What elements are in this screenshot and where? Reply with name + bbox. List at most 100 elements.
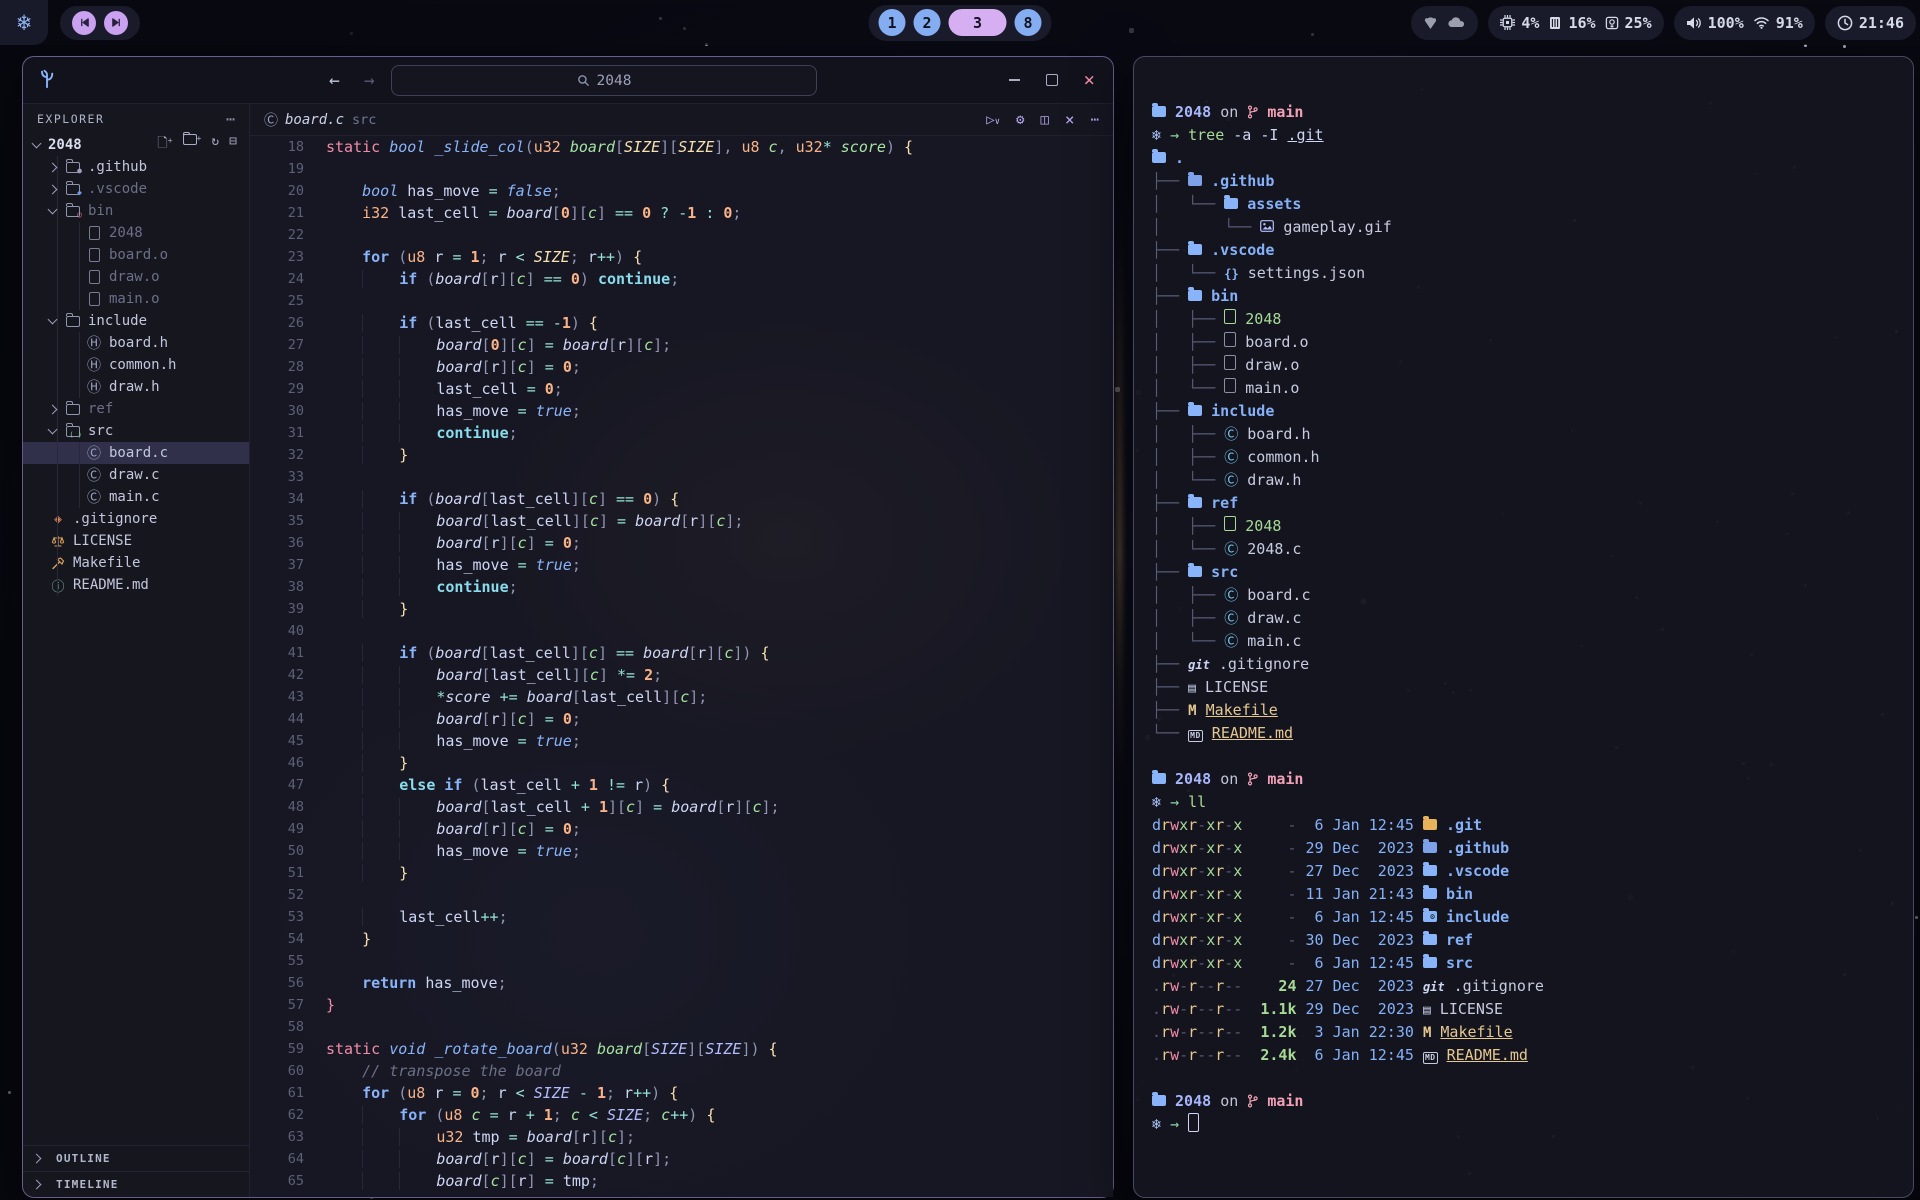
code-line-48[interactable]: 48 board[last_cell + 1][c] = board[r][c]… [250,796,1113,818]
code-line-35[interactable]: 35 board[last_cell][c] = board[r][c]; [250,510,1113,532]
code-line-51[interactable]: 51 } [250,862,1113,884]
active-tab-filename[interactable]: board.c [285,112,344,128]
code-line-36[interactable]: 36 board[r][c] = 0; [250,532,1113,554]
sidebar-item-makefile[interactable]: Makefile [23,552,249,574]
nav-forward-button[interactable]: → [364,70,375,91]
sidebar-item-readme-md[interactable]: ⓘREADME.md [23,574,249,596]
command-search-box[interactable]: 2048 [391,65,817,96]
system-stats[interactable]: 4% 16% 25% [1488,6,1663,40]
code-line-42[interactable]: 42 board[last_cell][c] *= 2; [250,664,1113,686]
sidebar-item--github[interactable]: ●.github [23,156,249,178]
code-line-40[interactable]: 40 [250,620,1113,642]
sidebar-item-2048[interactable]: 2048🗋++↻⊟ [23,134,249,156]
workspace-8[interactable]: 8 [1015,9,1042,36]
sidebar-item--vscode[interactable]: ◆.vscode [23,178,249,200]
code-line-57[interactable]: 57} [250,994,1113,1016]
code-line-39[interactable]: 39 } [250,598,1113,620]
sidebar-item-draw-o[interactable]: draw.o [23,266,249,288]
breadcrumb[interactable]: src [352,112,376,128]
code-line-34[interactable]: 34 if (board[last_cell][c] == 0) { [250,488,1113,510]
code-line-59[interactable]: 59static void _rotate_board(u32 board[SI… [250,1038,1113,1060]
sidebar-item-license[interactable]: LICENSE [23,530,249,552]
split-editor-button[interactable]: ◫ [1040,112,1048,128]
command-line[interactable]: ❄ → [1152,1113,1899,1136]
code-line-29[interactable]: 29 last_cell = 0; [250,378,1113,400]
code-line-37[interactable]: 37 has_move = true; [250,554,1113,576]
timeline-panel[interactable]: TIMELINE [23,1171,249,1197]
sidebar-item-board-c[interactable]: Ⓒboard.c [23,442,249,464]
code-line-44[interactable]: 44 board[r][c] = 0; [250,708,1113,730]
sidebar-item-2048[interactable]: 2048 [23,222,249,244]
sidebar-item--gitignore[interactable]: ◈.gitignore [23,508,249,530]
refresh-icon[interactable]: ↻ [211,134,219,156]
nix-snowflake-icon[interactable]: ❄ [0,0,48,45]
sidebar-item-main-c[interactable]: Ⓒmain.c [23,486,249,508]
collapse-all-icon[interactable]: ⊟ [229,134,237,156]
explorer-more-icon[interactable]: ⋯ [226,110,235,128]
nav-back-button[interactable]: ← [329,70,340,91]
clock-widget[interactable]: 21:46 [1825,6,1916,40]
code-line-19[interactable]: 19 [250,158,1113,180]
code-line-50[interactable]: 50 has_move = true; [250,840,1113,862]
code-line-56[interactable]: 56 return has_move; [250,972,1113,994]
sidebar-item-include[interactable]: include [23,310,249,332]
code-line-52[interactable]: 52 [250,884,1113,906]
code-line-23[interactable]: 23 for (u8 r = 1; r < SIZE; r++) { [250,246,1113,268]
sidebar-item-common-h[interactable]: Ⓗcommon.h [23,354,249,376]
code-line-63[interactable]: 63 u32 tmp = board[r][c]; [250,1126,1113,1148]
code-line-41[interactable]: 41 if (board[last_cell][c] == board[r][c… [250,642,1113,664]
audio-network[interactable]: 100% 91% [1674,6,1815,40]
code-line-60[interactable]: 60 // transpose the board [250,1060,1113,1082]
code-line-65[interactable]: 65 board[c][r] = tmp; [250,1170,1113,1192]
code-line-62[interactable]: 62 for (u8 c = r + 1; c < SIZE; c++) { [250,1104,1113,1126]
sidebar-item-draw-c[interactable]: Ⓒdraw.c [23,464,249,486]
outline-panel[interactable]: OUTLINE [23,1145,249,1171]
workspace-1[interactable]: 1 [879,9,906,36]
new-folder-icon[interactable]: + [183,134,202,156]
code-line-47[interactable]: 47 else if (last_cell + 1 != r) { [250,774,1113,796]
code-line-22[interactable]: 22 [250,224,1113,246]
code-line-18[interactable]: 18static bool _slide_col(u32 board[SIZE]… [250,136,1113,158]
code-line-32[interactable]: 32 } [250,444,1113,466]
minimize-button[interactable] [1009,79,1020,81]
code-line-61[interactable]: 61 for (u8 r = 0; r < SIZE - 1; r++) { [250,1082,1113,1104]
code-line-38[interactable]: 38 continue; [250,576,1113,598]
maximize-button[interactable] [1046,74,1058,86]
terminal-window[interactable]: 2048 on main❄ → tree -a -I .git .├── .gi… [1133,56,1914,1198]
close-button[interactable]: × [1084,71,1095,90]
code-line-31[interactable]: 31 continue; [250,422,1113,444]
code-line-27[interactable]: 27 board[0][c] = board[r][c]; [250,334,1113,356]
code-line-46[interactable]: 46 } [250,752,1113,774]
vscode-titlebar[interactable]: ← → 2048 × [23,57,1113,104]
media-previous-button[interactable] [72,11,96,35]
code-line-64[interactable]: 64 board[r][c] = board[c][r]; [250,1148,1113,1170]
sidebar-item-ref[interactable]: ref [23,398,249,420]
code-line-30[interactable]: 30 has_move = true; [250,400,1113,422]
run-debug-button[interactable]: ▷∨ [986,112,1000,128]
sidebar-item-src[interactable]: ( )src [23,420,249,442]
media-next-button[interactable] [104,11,128,35]
code-line-55[interactable]: 55 [250,950,1113,972]
code-line-21[interactable]: 21 i32 last_cell = board[0][c] == 0 ? -1… [250,202,1113,224]
code-line-24[interactable]: 24 if (board[r][c] == 0) continue; [250,268,1113,290]
code-line-25[interactable]: 25 [250,290,1113,312]
more-actions-icon[interactable]: ⋯ [1091,112,1099,128]
sidebar-item-main-o[interactable]: main.o [23,288,249,310]
code-line-54[interactable]: 54 } [250,928,1113,950]
code-line-49[interactable]: 49 board[r][c] = 0; [250,818,1113,840]
code-line-53[interactable]: 53 last_cell++; [250,906,1113,928]
weather-widget[interactable] [1411,6,1478,40]
workspace-3[interactable]: 3 [949,9,1007,36]
workspace-2[interactable]: 2 [914,9,941,36]
new-file-icon[interactable]: 🗋+ [157,134,172,156]
code-line-26[interactable]: 26 if (last_cell == -1) { [250,312,1113,334]
code-line-45[interactable]: 45 has_move = true; [250,730,1113,752]
sidebar-item-board-h[interactable]: Ⓗboard.h [23,332,249,354]
code-area[interactable]: 18static bool _slide_col(u32 board[SIZE]… [250,136,1113,1192]
sidebar-item-bin[interactable]: ○bin [23,200,249,222]
code-line-20[interactable]: 20 bool has_move = false; [250,180,1113,202]
gear-icon[interactable]: ⚙ [1016,112,1024,128]
editor-tab-bar[interactable]: Ⓒ board.c src ▷∨ ⚙ ◫ × ⋯ [250,104,1113,136]
sidebar-item-board-o[interactable]: board.o [23,244,249,266]
close-editor-button[interactable]: × [1065,110,1075,129]
